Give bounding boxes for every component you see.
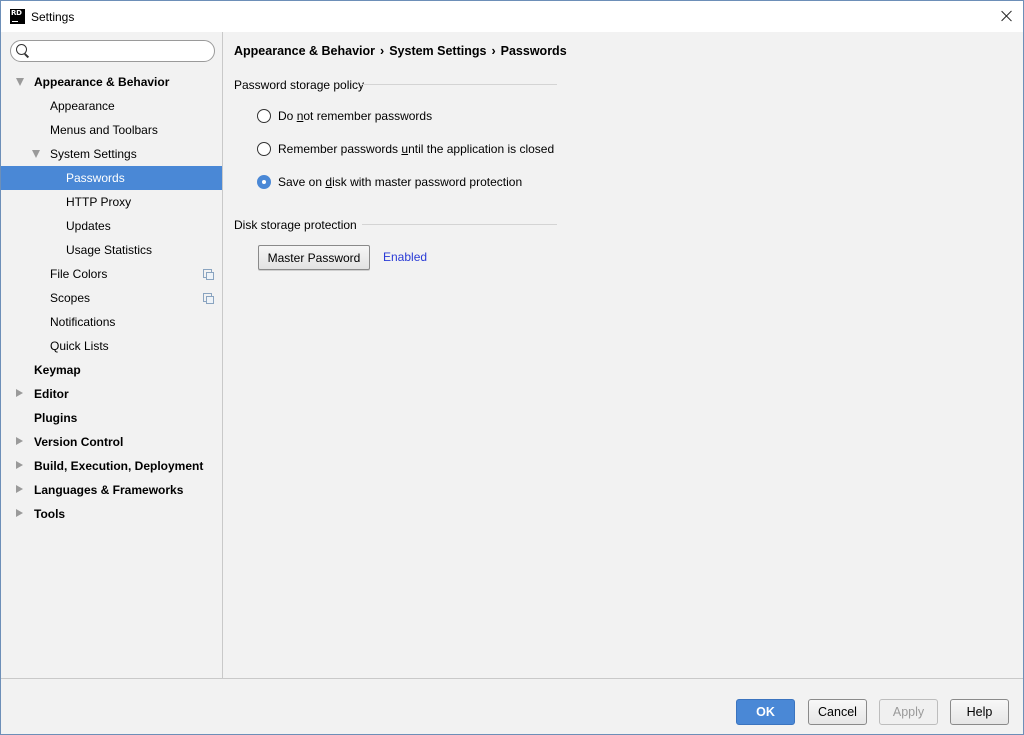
window-title: Settings (31, 10, 75, 24)
tree-item[interactable]: Appearance (1, 94, 222, 118)
search-icon (16, 44, 27, 55)
tree-item[interactable]: Scopes (1, 286, 222, 310)
tree-item-label: Scopes (50, 291, 91, 305)
close-icon[interactable] (999, 8, 1015, 24)
master-password-status: Enabled (383, 250, 428, 264)
tree-item-label: Menus and Toolbars (50, 123, 158, 137)
tree-item[interactable]: Notifications (1, 310, 222, 334)
tree-arrow-icon[interactable] (16, 485, 23, 493)
tree-item[interactable]: Version Control (1, 430, 222, 454)
title-bar: RD Settings (1, 1, 1023, 32)
tree-item[interactable]: File Colors (1, 262, 222, 286)
tree-item-label: Usage Statistics (66, 243, 153, 257)
tree-item[interactable]: System Settings (1, 142, 222, 166)
tree-arrow-icon[interactable] (16, 437, 23, 445)
tree-item-label: Quick Lists (50, 339, 109, 353)
cancel-button[interactable]: Cancel (808, 699, 867, 725)
tree-item[interactable]: Updates (1, 214, 222, 238)
breadcrumb-item: Passwords (500, 44, 567, 58)
master-password-button[interactable]: Master Password (258, 245, 370, 270)
breadcrumb-item[interactable]: System Settings (389, 44, 486, 58)
radio-label: Save on disk with master password protec… (278, 175, 523, 189)
tree-item[interactable]: Editor (1, 382, 222, 406)
apply-button[interactable]: Apply (879, 699, 938, 725)
tree-item-label: Appearance (50, 99, 115, 113)
settings-window: RD Settings Appearance & Behavior Appear… (0, 0, 1024, 735)
radio-button-checked[interactable] (257, 175, 271, 189)
tree-item-label: HTTP Proxy (66, 195, 132, 209)
project-level-icon (203, 293, 214, 304)
disk-protection-title: Disk storage protection (234, 218, 357, 232)
group-divider (362, 84, 557, 85)
rider-app-icon: RD (10, 9, 25, 24)
radio-save-on-disk[interactable]: Save on disk with master password protec… (257, 173, 522, 191)
breadcrumb: Appearance & Behavior › System Settings › Pa… (234, 44, 567, 58)
tree-arrow-icon[interactable] (16, 509, 23, 517)
settings-sidebar: Appearance & Behavior Appearance Menus a… (1, 32, 223, 678)
tree-item[interactable]: Passwords (1, 166, 222, 190)
tree-item[interactable]: Usage Statistics (1, 238, 222, 262)
tree-item-label: Languages & Frameworks (34, 483, 184, 497)
tree-item[interactable]: Tools (1, 502, 222, 526)
tree-item[interactable]: Languages & Frameworks (1, 478, 222, 502)
tree-item[interactable]: Build, Execution, Deployment (1, 454, 222, 478)
search-box[interactable] (10, 40, 215, 62)
tree-item-label: Plugins (34, 411, 78, 425)
tree-item[interactable]: Menus and Toolbars (1, 118, 222, 142)
tree-item-label: Tools (34, 507, 66, 521)
breadcrumb-separator: › (491, 44, 496, 58)
help-button[interactable]: Help (950, 699, 1009, 725)
tree-item-label: Notifications (50, 315, 116, 329)
search-input[interactable] (31, 43, 211, 59)
breadcrumb-separator: › (380, 44, 385, 58)
password-policy-title: Password storage policy (234, 78, 365, 92)
tree-item-label: Passwords (66, 171, 125, 185)
tree-item-label: Keymap (34, 363, 81, 377)
tree-arrow-icon[interactable] (16, 389, 23, 397)
project-level-icon (203, 269, 214, 280)
group-divider (362, 224, 557, 225)
tree-item-label: Version Control (34, 435, 124, 449)
radio-do-not-remember[interactable]: Do not remember passwords (257, 107, 432, 125)
tree-item-label: Updates (66, 219, 111, 233)
radio-button[interactable] (257, 109, 271, 123)
tree-item[interactable]: Keymap (1, 358, 222, 382)
tree-item-label: Build, Execution, Deployment (34, 459, 204, 473)
tree-arrow-icon[interactable] (16, 78, 24, 86)
tree-item[interactable]: HTTP Proxy (1, 190, 222, 214)
tree-item[interactable]: Appearance & Behavior (1, 70, 222, 94)
breadcrumb-item[interactable]: Appearance & Behavior (234, 44, 375, 58)
radio-label: Remember passwords until the application… (278, 142, 555, 156)
tree-item[interactable]: Quick Lists (1, 334, 222, 358)
radio-label: Do not remember passwords (278, 109, 433, 123)
tree-item-label: System Settings (50, 147, 137, 161)
tree-item-label: File Colors (50, 267, 108, 281)
tree-item[interactable]: Plugins (1, 406, 222, 430)
tree-arrow-icon[interactable] (32, 150, 40, 158)
tree-item-label: Editor (34, 387, 69, 401)
settings-tree: Appearance & Behavior Appearance Menus a… (1, 70, 222, 526)
settings-content: Appearance & Behavior › System Settings › Pa… (224, 32, 1023, 678)
tree-item-label: Appearance & Behavior (34, 75, 170, 89)
radio-button[interactable] (257, 142, 271, 156)
radio-remember-until-closed[interactable]: Remember passwords until the application… (257, 140, 554, 158)
tree-arrow-icon[interactable] (16, 461, 23, 469)
dialog-footer: OK Cancel Apply Help (1, 678, 1023, 734)
ok-button[interactable]: OK (736, 699, 795, 725)
